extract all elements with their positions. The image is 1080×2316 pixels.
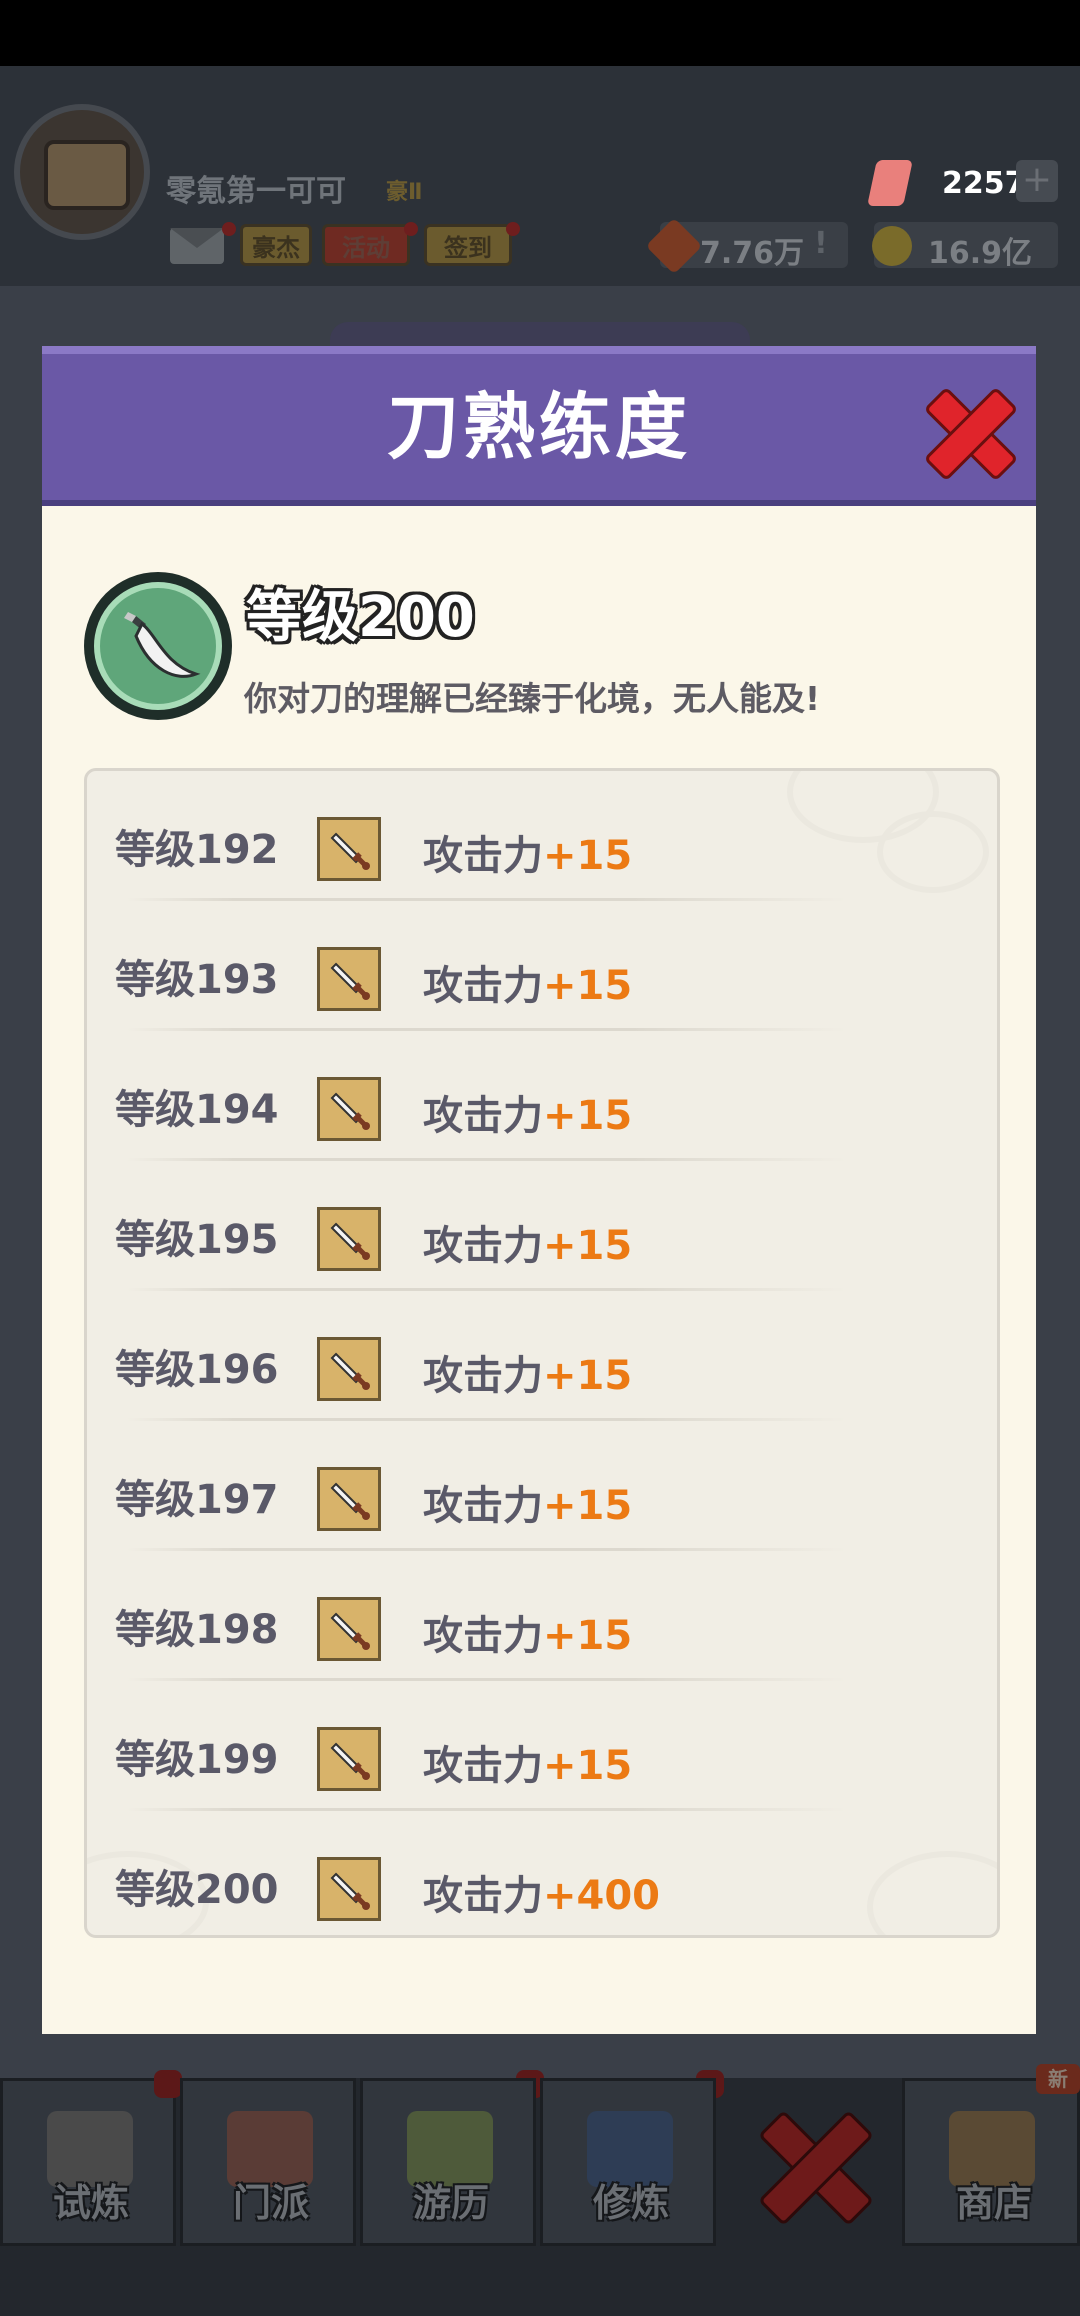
gem-count: 2257	[942, 166, 1026, 201]
add-gems-button[interactable]: +	[1016, 160, 1058, 202]
blade-icon	[124, 612, 201, 678]
nav-reddot	[154, 2070, 182, 2098]
list-item: 等级196 攻击力+15	[87, 1291, 997, 1421]
status-bar	[0, 0, 1080, 66]
nav-cultivate[interactable]: 修炼	[540, 2078, 716, 2246]
stat-label: 攻击力	[423, 833, 543, 879]
sword-icon	[317, 1077, 381, 1141]
nav-travel[interactable]: 游历	[360, 2078, 536, 2246]
row-level: 等级196	[115, 1347, 279, 1393]
nav-label: 商店	[955, 2181, 1032, 2225]
row-stat: 攻击力+15	[423, 823, 632, 881]
stat-label: 攻击力	[423, 1223, 543, 1269]
nav-label: 试炼	[52, 2181, 129, 2225]
stat-bonus: +15	[543, 1093, 633, 1139]
level-description: 你对刀的理解已经臻于化境，无人能及!	[244, 679, 821, 718]
coin-icon	[872, 226, 912, 266]
list-item: 等级195 攻击力+15	[87, 1161, 997, 1291]
player-avatar[interactable]	[14, 104, 150, 240]
current-level: 等级200	[246, 585, 475, 650]
new-badge: 新	[1036, 2064, 1080, 2094]
dialog-header: 刀熟练度	[42, 346, 1036, 506]
row-stat: 攻击力+15	[423, 1213, 632, 1271]
nav-trial[interactable]: 试炼	[0, 2078, 176, 2246]
row-level: 等级192	[115, 827, 279, 873]
signin-button[interactable]: 签到	[424, 224, 512, 266]
power-alert-icon[interactable]: !	[814, 226, 828, 261]
sword-icon	[317, 817, 381, 881]
stat-bonus: +15	[543, 963, 633, 1009]
list-item: 等级193 攻击力+15	[87, 901, 997, 1031]
list-item: 等级192 攻击力+15	[87, 771, 997, 901]
sword-icon	[317, 1857, 381, 1921]
row-level: 等级197	[115, 1477, 279, 1523]
dialog-title: 刀熟练度	[386, 385, 691, 469]
nav-sect[interactable]: 门派	[180, 2078, 356, 2246]
row-stat: 攻击力+400	[423, 1863, 660, 1921]
nav-close-button[interactable]	[758, 2110, 874, 2226]
nav-label: 游历	[412, 2181, 489, 2225]
row-level: 等级198	[115, 1607, 279, 1653]
row-level: 等级193	[115, 957, 279, 1003]
player-name: 零氪第一可可	[166, 174, 346, 209]
close-button[interactable]	[923, 386, 1019, 482]
sword-icon	[317, 1207, 381, 1271]
row-level: 等级195	[115, 1217, 279, 1263]
stat-bonus: +15	[543, 1223, 633, 1269]
blade-skill-icon	[84, 572, 232, 720]
stat-bonus: +15	[543, 1353, 633, 1399]
power-value: 7.76万	[700, 236, 805, 271]
stat-bonus: +15	[543, 1483, 633, 1529]
row-stat: 攻击力+15	[423, 1083, 632, 1141]
stat-label: 攻击力	[423, 963, 543, 1009]
signin-reddot	[506, 222, 520, 236]
sword-icon	[317, 1597, 381, 1661]
stat-label: 攻击力	[423, 1743, 543, 1789]
mail-icon[interactable]	[170, 228, 224, 264]
stat-label: 攻击力	[423, 1873, 543, 1919]
nav-label: 门派	[232, 2181, 309, 2225]
sword-icon	[317, 947, 381, 1011]
row-stat: 攻击力+15	[423, 1733, 632, 1791]
row-level: 等级199	[115, 1737, 279, 1783]
stat-bonus: +15	[543, 833, 633, 879]
row-level: 等级200	[115, 1867, 279, 1913]
row-level: 等级194	[115, 1087, 279, 1133]
mail-reddot	[222, 222, 236, 236]
list-item: 等级199 攻击力+15	[87, 1681, 997, 1811]
list-item: 等级200 攻击力+400	[87, 1811, 997, 1935]
blade-proficiency-dialog: 刀熟练度 等级200 你对刀的理解已经臻于化境，无人能及! 等级192 攻击力+…	[42, 346, 1036, 2034]
row-stat: 攻击力+15	[423, 1343, 632, 1401]
stat-label: 攻击力	[423, 1093, 543, 1139]
sword-icon	[317, 1337, 381, 1401]
stat-bonus: +15	[543, 1613, 633, 1659]
row-stat: 攻击力+15	[423, 1603, 632, 1661]
stat-bonus: +400	[543, 1873, 661, 1919]
chest-icon	[44, 140, 130, 210]
activity-reddot	[404, 222, 418, 236]
coin-value: 16.9亿	[928, 236, 1033, 271]
sword-icon	[317, 1467, 381, 1531]
nav-label: 修炼	[592, 2181, 669, 2225]
player-rank: 豪Ⅱ	[386, 180, 423, 205]
stat-label: 攻击力	[423, 1483, 543, 1529]
row-stat: 攻击力+15	[423, 1473, 632, 1531]
sword-icon	[317, 1727, 381, 1791]
level-bonus-list[interactable]: 等级192 攻击力+15 等级193 攻击力+15 等级194 攻击力+15 等…	[84, 768, 1000, 1938]
haojie-button[interactable]: 豪杰	[240, 224, 312, 266]
stat-bonus: +15	[543, 1743, 633, 1789]
activity-button[interactable]: 活动	[322, 224, 410, 266]
list-item: 等级194 攻击力+15	[87, 1031, 997, 1161]
row-stat: 攻击力+15	[423, 953, 632, 1011]
nav-shop[interactable]: 商店	[902, 2078, 1080, 2246]
stat-label: 攻击力	[423, 1613, 543, 1659]
list-item: 等级197 攻击力+15	[87, 1421, 997, 1551]
stat-label: 攻击力	[423, 1353, 543, 1399]
list-item: 等级198 攻击力+15	[87, 1551, 997, 1681]
